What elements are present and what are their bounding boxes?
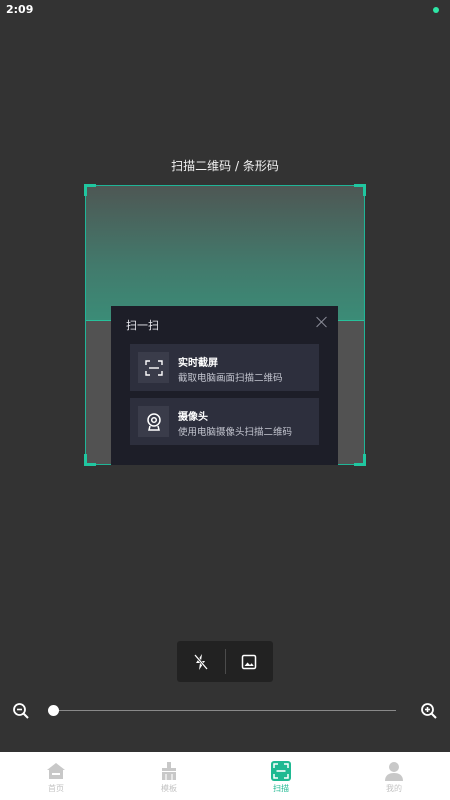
viewfinder-corner-bottom-right — [354, 454, 366, 466]
bottom-tab-bar: 首页 模板 扫描 我的 — [0, 752, 450, 800]
flash-off-icon — [194, 653, 208, 670]
option-title: 实时截屏 — [178, 358, 218, 369]
scan-icon — [271, 761, 291, 781]
viewfinder-corner-top-right — [354, 184, 366, 196]
screen-scan-icon — [138, 352, 169, 383]
option-screen-capture[interactable]: 实时截屏 截取电脑画面扫描二维码 — [130, 344, 319, 391]
dialog-title: 扫一扫 — [126, 319, 159, 332]
webcam-icon — [138, 406, 169, 437]
scan-line-gradient — [86, 186, 364, 321]
tab-profile[interactable]: 我的 — [338, 752, 450, 800]
tab-label: 模板 — [161, 784, 177, 793]
status-indicator-dot — [433, 7, 439, 13]
scan-toolbar — [177, 641, 273, 682]
option-description: 使用电脑摄像头扫描二维码 — [178, 427, 293, 438]
zoom-slider-thumb[interactable] — [48, 705, 59, 716]
status-bar: 2:09 — [0, 0, 450, 22]
template-icon — [159, 761, 179, 781]
tab-label: 首页 — [48, 784, 64, 793]
home-icon — [46, 761, 66, 781]
option-title: 摄像头 — [178, 412, 208, 423]
close-icon[interactable] — [316, 316, 328, 328]
tab-label: 扫描 — [273, 784, 289, 793]
tab-templates[interactable]: 模板 — [113, 752, 225, 800]
zoom-slider-track[interactable] — [53, 710, 396, 711]
image-icon — [241, 654, 257, 669]
zoom-out-icon[interactable] — [12, 702, 30, 720]
tab-home[interactable]: 首页 — [0, 752, 112, 800]
tab-scan[interactable]: 扫描 — [225, 752, 337, 800]
scan-title: 扫描二维码 / 条形码 — [171, 159, 279, 173]
tab-label: 我的 — [386, 784, 402, 793]
viewfinder-corner-bottom-left — [84, 454, 96, 466]
profile-icon — [384, 761, 404, 781]
gallery-button[interactable] — [225, 641, 273, 682]
option-description: 截取电脑画面扫描二维码 — [178, 373, 283, 384]
zoom-in-icon[interactable] — [420, 702, 438, 720]
status-time: 2:09 — [6, 3, 34, 16]
scan-mode-dialog: 扫一扫 实时截屏 截取电脑画面扫描二维码 摄像头 使用电脑摄像头扫描二维码 — [111, 306, 338, 465]
viewfinder-corner-top-left — [84, 184, 96, 196]
flash-toggle-button[interactable] — [177, 641, 225, 682]
option-webcam[interactable]: 摄像头 使用电脑摄像头扫描二维码 — [130, 398, 319, 445]
